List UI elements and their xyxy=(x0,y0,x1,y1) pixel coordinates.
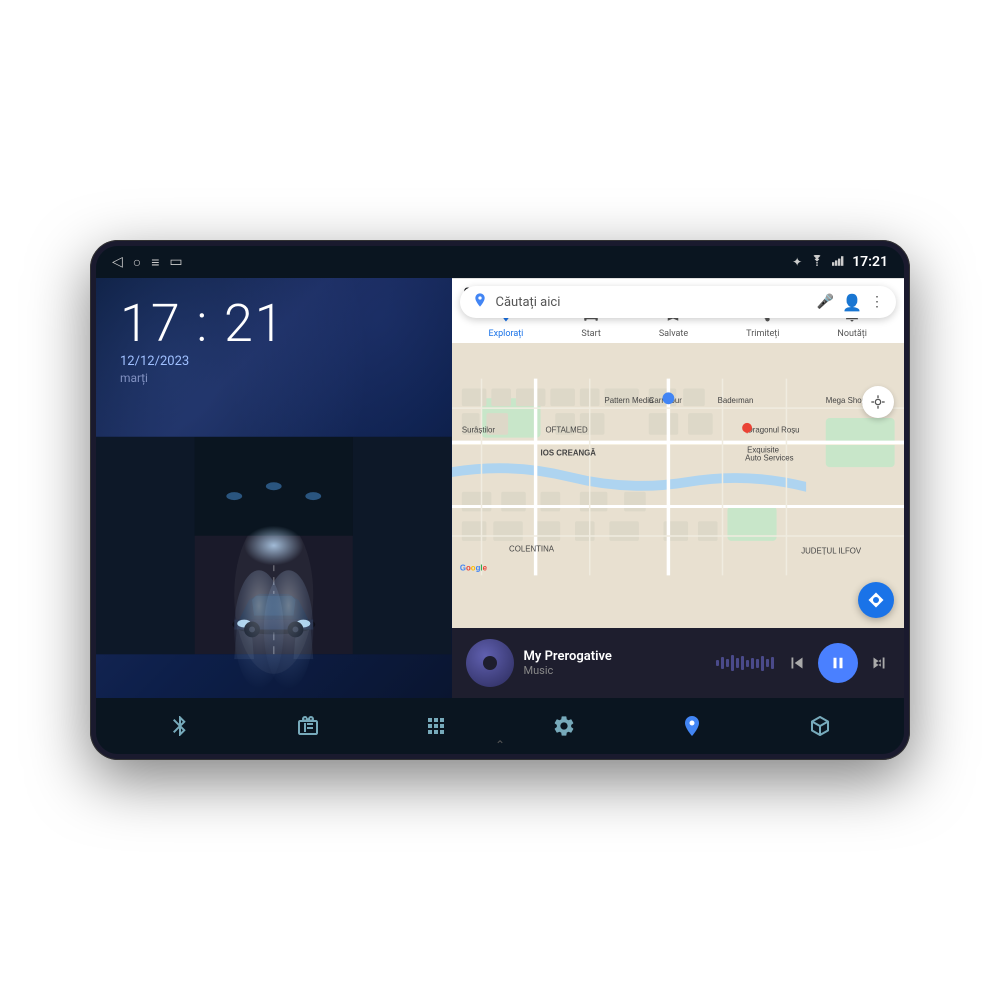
svg-text:Badeıman: Badeıman xyxy=(717,396,753,405)
music-title: My Prerogative xyxy=(524,649,706,664)
menu-button[interactable]: ≡ xyxy=(151,254,159,271)
nav-maps[interactable] xyxy=(670,704,714,748)
back-button[interactable]: ◁ xyxy=(112,254,123,270)
waveform-bar-3 xyxy=(726,659,729,667)
waveform-bar-5 xyxy=(736,658,739,668)
clock-section: 17 : 21 12/12/2023 marți xyxy=(96,278,452,393)
svg-text:Pattern Media: Pattern Media xyxy=(604,396,654,405)
status-bar-right: ✦ 17:21 xyxy=(792,254,888,270)
nav-apps[interactable] xyxy=(414,704,458,748)
svg-text:Mega Shop: Mega Shop xyxy=(825,396,866,405)
svg-text:COLENTINA: COLENTINA xyxy=(509,545,555,554)
more-icon[interactable]: ⋮ xyxy=(870,294,884,310)
svg-text:IOS CREANGĂ: IOS CREANGĂ xyxy=(540,448,596,457)
waveform-bar-11 xyxy=(766,659,769,667)
nav-bluetooth[interactable] xyxy=(158,704,202,748)
svg-text:JUDEȚUL ILFOV: JUDEȚUL ILFOV xyxy=(801,547,862,556)
svg-text:Auto Services: Auto Services xyxy=(745,453,794,462)
nav-buttons: ◁ ○ ≡ ▭ xyxy=(112,254,183,271)
clock-day: marți xyxy=(120,371,428,385)
google-maps-icon xyxy=(472,292,488,312)
music-info: My Prerogative Music xyxy=(524,649,706,677)
map-navigate-button[interactable] xyxy=(858,582,894,618)
clock-date: 12/12/2023 xyxy=(120,354,428,369)
status-bar-left: ◁ ○ ≡ ▭ xyxy=(112,254,183,271)
map-search-text[interactable]: Căutați aici xyxy=(496,295,817,310)
screen: ◁ ○ ≡ ▭ ✦ xyxy=(96,246,904,754)
waveform-bar-10 xyxy=(761,656,764,671)
waveform-bar-7 xyxy=(746,660,749,667)
signal-icon xyxy=(832,255,844,270)
waveform-bar-9 xyxy=(756,659,759,668)
album-inner xyxy=(483,656,497,670)
bluetooth-status-icon: ✦ xyxy=(792,255,802,269)
play-pause-button[interactable] xyxy=(818,643,858,683)
waveform-bar-6 xyxy=(741,656,744,670)
map-search-bar[interactable]: Căutați aici 🎤 👤 ⋮ xyxy=(460,286,896,318)
map-section[interactable]: Căutați aici 🎤 👤 ⋮ xyxy=(452,278,904,628)
bottom-nav: ⌃ xyxy=(96,698,904,754)
music-waveform xyxy=(716,653,776,673)
status-bar: ◁ ○ ≡ ▭ ✦ xyxy=(96,246,904,278)
svg-text:Surâștilor: Surâștilor xyxy=(461,426,495,435)
map-location-button[interactable] xyxy=(862,386,894,418)
car-image-section xyxy=(96,393,452,698)
waveform-bar-12 xyxy=(771,657,774,669)
main-content: 17 : 21 12/12/2023 marți xyxy=(96,278,904,698)
waveform-bar-8 xyxy=(751,658,754,669)
next-button[interactable] xyxy=(868,652,890,674)
map-canvas: IOS CREANGĂ Surâștilor OFTALMED COLENTIN… xyxy=(452,326,904,628)
clock-time: 17 : 21 xyxy=(120,298,428,350)
car-display-device: ◁ ○ ≡ ▭ ✦ xyxy=(90,240,910,760)
nav-3d[interactable] xyxy=(798,704,842,748)
status-time: 17:21 xyxy=(852,254,888,270)
map-icons-right: 🎤 👤 ⋮ xyxy=(817,293,884,312)
right-panel: Căutați aici 🎤 👤 ⋮ xyxy=(452,278,904,698)
screenshot-button[interactable]: ▭ xyxy=(169,254,182,270)
waveform-bar-4 xyxy=(731,655,734,671)
home-button[interactable]: ○ xyxy=(133,254,141,271)
account-icon[interactable]: 👤 xyxy=(842,293,862,312)
svg-text:Google: Google xyxy=(459,563,487,572)
music-subtitle: Music xyxy=(524,664,706,677)
previous-button[interactable] xyxy=(786,652,808,674)
waveform-bar-1 xyxy=(716,660,719,666)
album-art xyxy=(466,639,514,687)
wifi-icon xyxy=(810,255,824,270)
nav-settings[interactable] xyxy=(542,704,586,748)
music-player: My Prerogative Music xyxy=(452,628,904,698)
tunnel-scene xyxy=(96,393,452,698)
svg-text:OFTALMED: OFTALMED xyxy=(545,426,588,435)
swipe-up-indicator: ⌃ xyxy=(495,738,505,752)
mic-icon[interactable]: 🎤 xyxy=(817,294,834,310)
music-controls xyxy=(786,643,890,683)
waveform-bar-2 xyxy=(721,657,724,669)
left-panel: 17 : 21 12/12/2023 marți xyxy=(96,278,452,698)
nav-radio[interactable] xyxy=(286,704,330,748)
svg-text:Dragonul Roșu: Dragonul Roșu xyxy=(747,426,799,435)
